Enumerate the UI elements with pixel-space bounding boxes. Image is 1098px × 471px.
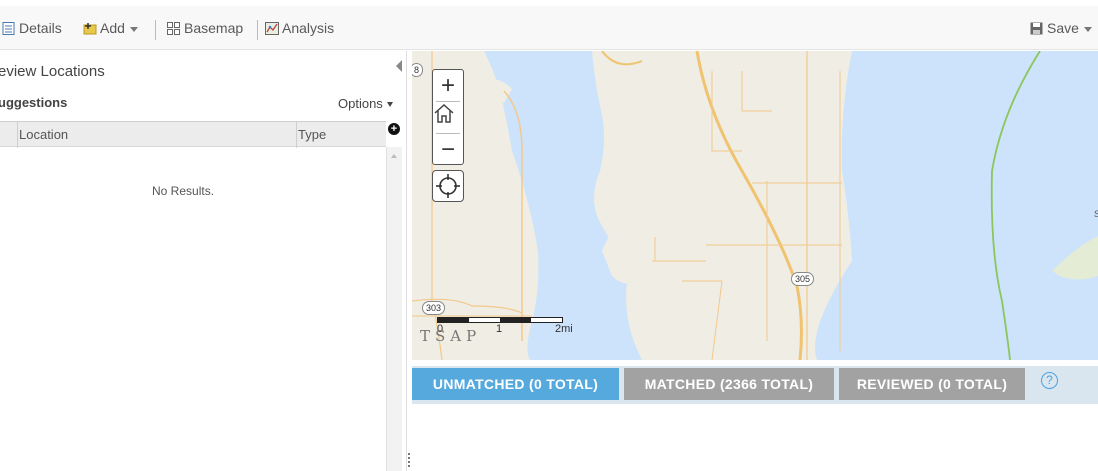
zoom-control: + − xyxy=(432,69,464,165)
scale-label: 2mi xyxy=(555,323,573,335)
suggestions-heading: uggestions xyxy=(0,95,68,110)
panel-title: eview Locations xyxy=(0,63,105,80)
review-locations-panel: eview Locations uggestions Options Locat… xyxy=(0,51,406,471)
add-button[interactable]: Add xyxy=(83,19,138,37)
scale-segment xyxy=(438,318,469,322)
zoom-out-button[interactable]: − xyxy=(433,134,463,165)
grid-header: Location Type xyxy=(0,121,386,148)
home-icon xyxy=(434,103,454,123)
analysis-icon xyxy=(265,21,279,35)
home-button[interactable] xyxy=(433,102,463,133)
chevron-down-icon xyxy=(386,102,393,108)
basemap-graphic xyxy=(412,51,1098,360)
splitter-grip-icon[interactable] xyxy=(408,453,410,469)
details-label: Details xyxy=(19,20,62,36)
grid-scrollbar[interactable] xyxy=(386,147,402,471)
empty-message: No Results. xyxy=(152,184,215,198)
route-shield: 303 xyxy=(422,301,446,315)
scroll-up-icon[interactable] xyxy=(391,154,397,158)
basemap-label: Basemap xyxy=(184,20,244,36)
scale-segment xyxy=(500,318,531,322)
column-divider xyxy=(17,122,18,148)
column-divider[interactable] xyxy=(296,122,297,148)
save-button[interactable]: Save xyxy=(1030,19,1092,37)
review-tabs: UNMATCHED (0 TOTAL) MATCHED (2366 TOTAL)… xyxy=(412,366,1098,404)
grid-body: No Results. xyxy=(0,147,386,471)
results-area xyxy=(412,404,1098,471)
add-layer-icon xyxy=(83,22,97,35)
options-menu[interactable]: Options xyxy=(338,96,393,111)
analysis-label: Analysis xyxy=(282,20,335,36)
help-icon[interactable]: ? xyxy=(1041,372,1058,389)
map-attribution: TSAP xyxy=(420,327,482,345)
chevron-down-icon xyxy=(129,26,138,32)
chevron-down-icon xyxy=(1083,26,1092,32)
locate-icon xyxy=(436,174,460,198)
tab-unmatched[interactable]: UNMATCHED (0 TOTAL) xyxy=(412,368,619,400)
basemap-icon xyxy=(167,21,180,35)
locate-button[interactable] xyxy=(432,170,464,202)
route-shield: 305 xyxy=(791,272,815,286)
toolbar-divider xyxy=(155,20,156,40)
toolbar-divider xyxy=(257,20,258,40)
add-label: Add xyxy=(100,20,125,36)
map-view[interactable]: 8 303 305 S + − 0 1 2mi TSAP xyxy=(412,51,1098,360)
tab-reviewed[interactable]: REVIEWED (0 TOTAL) xyxy=(839,368,1025,400)
column-header-type[interactable]: Type xyxy=(298,127,326,142)
scale-label: 1 xyxy=(496,323,503,335)
add-column-icon[interactable]: + xyxy=(388,123,400,135)
toolbar: Details Add Basemap Analysis Save xyxy=(0,6,1098,50)
analysis-button[interactable]: Analysis xyxy=(265,19,334,37)
tab-matched[interactable]: MATCHED (2366 TOTAL) xyxy=(624,368,834,400)
basemap-button[interactable]: Basemap xyxy=(167,19,243,37)
column-header-location[interactable]: Location xyxy=(19,127,68,142)
save-label: Save xyxy=(1047,20,1079,36)
options-label: Options xyxy=(338,96,383,111)
zoom-in-button[interactable]: + xyxy=(433,70,463,101)
save-icon xyxy=(1030,22,1043,35)
details-icon xyxy=(2,21,15,35)
details-button[interactable]: Details xyxy=(2,19,62,37)
place-label: S xyxy=(1094,209,1098,219)
collapse-panel-icon[interactable] xyxy=(396,60,402,72)
